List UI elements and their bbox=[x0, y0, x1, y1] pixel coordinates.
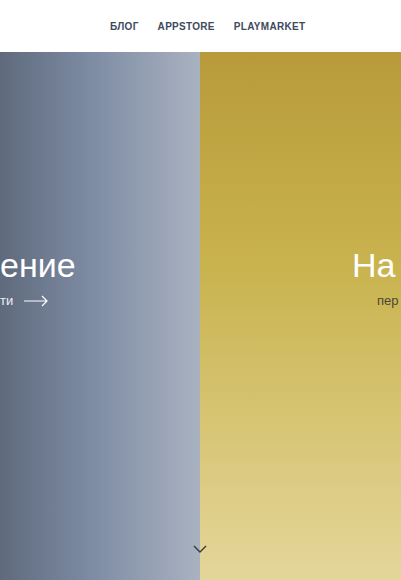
nav-item[interactable]: APPSTORE bbox=[158, 21, 215, 32]
arrow-right-icon bbox=[23, 295, 49, 307]
hero-panel[interactable]: ение ти bbox=[0, 52, 200, 580]
hero: ение ти На пер bbox=[0, 52, 401, 580]
nav-item[interactable]: БЛОГ bbox=[110, 21, 139, 32]
panel-title: ение bbox=[0, 242, 76, 288]
page: БЛОГ APPSTORE PLAYMARKET ение ти На пер bbox=[0, 0, 401, 580]
panel-link[interactable]: ти bbox=[0, 293, 49, 309]
panel-link[interactable]: пер bbox=[377, 293, 399, 309]
nav-item[interactable]: PLAYMARKET bbox=[234, 21, 306, 32]
chevron-down-icon[interactable] bbox=[192, 544, 208, 554]
nav-menu: БЛОГ APPSTORE PLAYMARKET bbox=[0, 21, 305, 32]
panel-title: На bbox=[352, 242, 395, 288]
hero-panel[interactable]: На пер bbox=[200, 52, 401, 580]
top-nav: БЛОГ APPSTORE PLAYMARKET bbox=[0, 0, 401, 52]
